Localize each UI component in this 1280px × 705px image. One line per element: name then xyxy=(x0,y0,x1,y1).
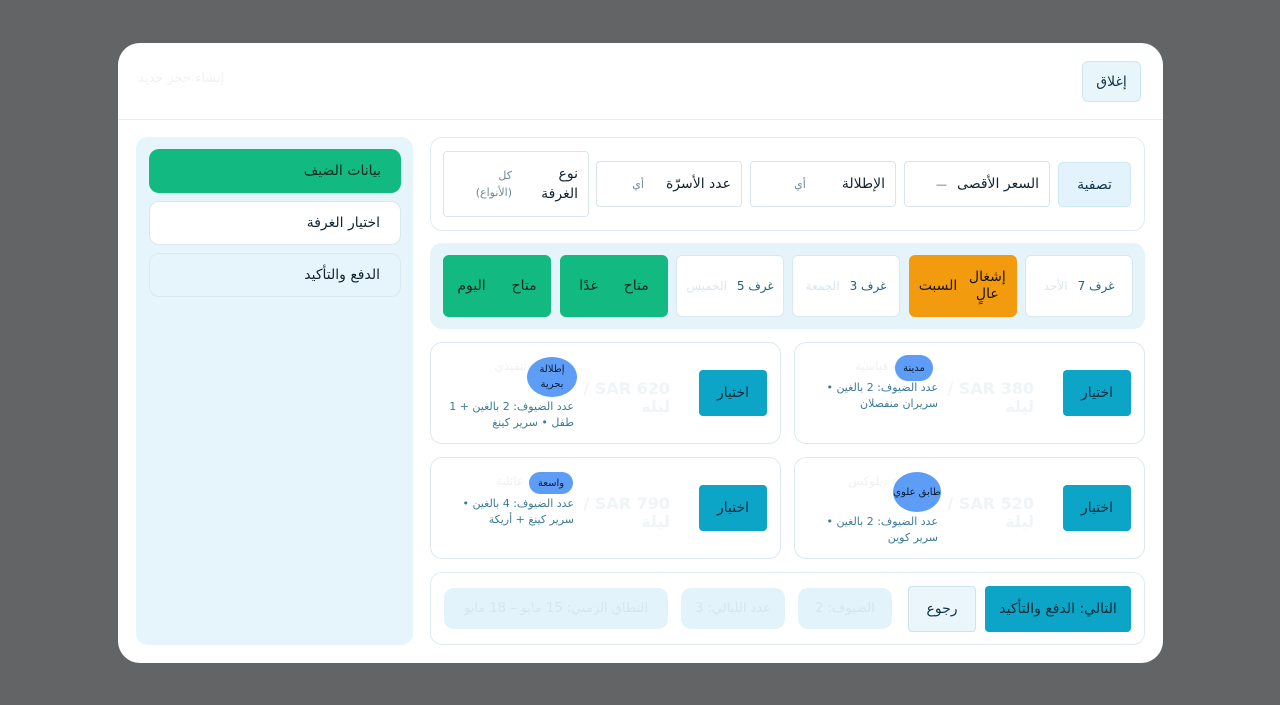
date-card-saturday[interactable]: إشغال عالٍ السبت xyxy=(909,255,1017,317)
view-value: أي xyxy=(794,177,806,191)
room-type-filter[interactable]: نوع الغرفة كل (الأنواع) xyxy=(443,151,589,217)
date-card-today[interactable]: متاح اليوم xyxy=(443,255,551,317)
view-filter[interactable]: الإطلالة أي xyxy=(750,161,896,207)
step-label: الدفع والتأكيد xyxy=(304,267,380,283)
room-badge: إطلالة بحرية xyxy=(527,357,577,397)
room-badge: طابق علوي xyxy=(893,472,941,512)
select-room-button[interactable]: اختيار xyxy=(699,485,767,531)
room-price: SAR 790 / ليلة xyxy=(583,494,670,531)
date-strip: غرف 7 الأحد إشغال عالٍ السبت غرف 3 الجمع… xyxy=(430,243,1145,329)
step-label: اختيار الغرفة xyxy=(306,215,380,231)
beds-filter[interactable]: عدد الأسرّة أي xyxy=(596,161,742,207)
step-guest-details[interactable]: بيانات الضيف xyxy=(149,149,401,193)
date-availability: غرف 7 xyxy=(1077,279,1115,293)
select-room-button[interactable]: اختيار xyxy=(1063,485,1131,531)
back-button[interactable]: رجوع xyxy=(908,586,976,632)
date-card-friday[interactable]: غرف 3 الجمعة xyxy=(792,255,900,317)
step-room-selection[interactable]: اختيار الغرفة xyxy=(149,201,401,245)
room-price: SAR 620 / ليلة xyxy=(583,379,670,416)
guests-summary: الضيوف: 2 xyxy=(798,588,892,629)
date-availability: متاح xyxy=(623,278,649,294)
room-details: عدد الضيوف: 4 بالغين • سرير كينغ + أريكة xyxy=(462,497,574,526)
date-card-sunday[interactable]: غرف 7 الأحد xyxy=(1025,255,1133,317)
footer-bar: التالي: الدفع والتأكيد رجوع الضيوف: 2 عد… xyxy=(430,572,1145,645)
date-day: الأحد xyxy=(1043,279,1068,293)
select-room-button[interactable]: اختيار xyxy=(1063,370,1131,416)
date-availability: متاح xyxy=(511,278,537,294)
date-card-tomorrow[interactable]: متاح غدًا xyxy=(560,255,668,317)
room-badge: مدينة xyxy=(895,355,933,381)
filter-button[interactable]: تصفية xyxy=(1058,162,1131,207)
modal-header: إغلاق إنشاء حجز جديد xyxy=(118,43,1163,120)
room-details: عدد الضيوف: 2 بالغين + 1 طفل • سرير كينغ xyxy=(449,400,574,429)
date-day: الخميس xyxy=(686,279,727,293)
room-card: اختيار SAR 520 / ليلة غرفة ديلوكس طابق ع… xyxy=(794,457,1145,559)
booking-modal: إغلاق إنشاء حجز جديد بيانات الضيف اختيار… xyxy=(118,43,1163,663)
room-type-value: كل (الأنواع) xyxy=(475,169,512,199)
date-availability: غرف 3 xyxy=(849,279,887,293)
date-availability: غرف 5 xyxy=(736,279,774,293)
next-button[interactable]: التالي: الدفع والتأكيد xyxy=(985,586,1131,632)
select-room-button[interactable]: اختيار xyxy=(699,370,767,416)
steps-sidebar: بيانات الضيف اختيار الغرفة الدفع والتأكي… xyxy=(136,137,413,645)
date-card-thursday[interactable]: غرف 5 الخميس xyxy=(676,255,784,317)
room-details: عدد الضيوف: 2 بالغين • سرير كوين xyxy=(826,515,938,544)
step-payment[interactable]: الدفع والتأكيد xyxy=(149,253,401,297)
max-price-value: — xyxy=(936,177,948,191)
date-day: غدًا xyxy=(579,278,598,294)
modal-title: إنشاء حجز جديد xyxy=(138,71,225,86)
room-type-label: نوع الغرفة xyxy=(541,166,578,202)
room-badge: واسعة xyxy=(529,472,573,494)
room-price: SAR 520 / ليلة xyxy=(947,494,1034,531)
room-price: SAR 380 / ليلة xyxy=(947,379,1034,416)
max-price-label: السعر الأقصى xyxy=(957,176,1039,192)
close-button[interactable]: إغلاق xyxy=(1082,61,1141,102)
step-label: بيانات الضيف xyxy=(303,163,381,179)
beds-value: أي xyxy=(632,177,644,191)
nights-summary: عدد الليالي: 3 xyxy=(681,588,785,629)
room-card: اختيار SAR 790 / ليلة غرفة عائلية واسعة … xyxy=(430,457,781,559)
date-day: السبت xyxy=(918,277,958,294)
date-day: الجمعة xyxy=(805,279,840,293)
max-price-filter[interactable]: السعر الأقصى — xyxy=(904,161,1050,207)
room-card: اختيار SAR 620 / ليلة جناح تنفيذي إطلالة… xyxy=(430,342,781,444)
date-day: اليوم xyxy=(457,278,486,294)
room-details: عدد الضيوف: 2 بالغين • سريران منفصلان xyxy=(826,381,938,410)
view-label: الإطلالة xyxy=(841,176,885,192)
room-card: اختيار SAR 380 / ليلة غرفة قياسية مدينة … xyxy=(794,342,1145,444)
date-availability: إشغال عالٍ xyxy=(968,269,1006,302)
beds-label: عدد الأسرّة xyxy=(665,176,731,192)
date-range-summary: النطاق الزمني: 15 مايو – 18 مايو xyxy=(444,588,668,629)
filter-bar: تصفية السعر الأقصى — الإطلالة أي عدد الأ… xyxy=(430,137,1145,231)
